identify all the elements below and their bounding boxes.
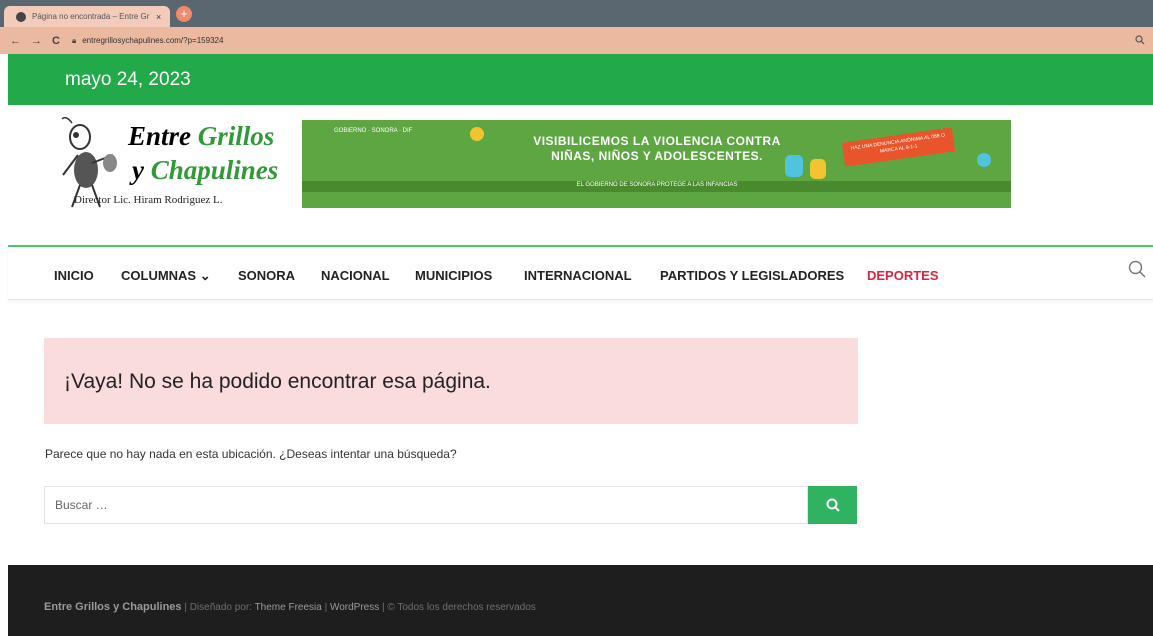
site-footer: Entre Grillos y Chapulines | Diseñado po… bbox=[8, 565, 1153, 636]
nav-item-nacional[interactable]: NACIONAL bbox=[321, 268, 390, 283]
logo-subtitle: Director Lic. Hiram Rodriguez L. bbox=[74, 194, 223, 206]
search-input[interactable] bbox=[45, 487, 807, 523]
browser-tabbar: Página no encontrada – Entre Gr × + bbox=[0, 0, 1153, 27]
footer-site-name[interactable]: Entre Grillos y Chapulines bbox=[44, 601, 182, 613]
footer-wordpress-link[interactable]: WordPress bbox=[330, 602, 379, 613]
nav-item-sonora[interactable]: SONORA bbox=[238, 268, 295, 283]
url-field[interactable]: entregrillosychapulines.com/?p=159324 bbox=[82, 36, 223, 45]
main-nav: INICIO COLUMNAS ⌄ SONORA NACIONAL MUNICI… bbox=[8, 247, 1153, 300]
logo-title-line1: Entre Grillos bbox=[128, 121, 275, 151]
banner-subtitle: EL GOBIERNO DE SONORA PROTEGE A LAS INFA… bbox=[576, 182, 738, 188]
address-bar: ← → C 🔒︎ entregrillosychapulines.com/?p=… bbox=[0, 27, 1153, 54]
new-tab-button[interactable]: + bbox=[176, 6, 192, 22]
search-button[interactable] bbox=[808, 486, 857, 524]
zoom-icon[interactable] bbox=[1135, 35, 1145, 47]
site-logo[interactable]: Entre Grillos y Chapulines Director Lic.… bbox=[58, 115, 290, 213]
banner-title: VISIBILICEMOS LA VIOLENCIA CONTRA NIÑAS,… bbox=[533, 134, 781, 163]
error-notice: ¡Vaya! No se ha podido encontrar esa pág… bbox=[44, 338, 858, 424]
info-text: Parece que no hay nada en esta ubicación… bbox=[45, 447, 457, 461]
nav-item-internacional[interactable]: INTERNACIONAL bbox=[524, 268, 632, 283]
back-button[interactable]: ← bbox=[10, 35, 21, 47]
search-icon[interactable] bbox=[1128, 260, 1146, 283]
current-date: mayo 24, 2023 bbox=[65, 69, 191, 90]
logo-title-line2: y Chapulines bbox=[132, 155, 279, 185]
search-field-wrapper bbox=[44, 486, 808, 524]
forward-button[interactable]: → bbox=[31, 35, 42, 47]
footer-theme-link[interactable]: Theme Freesia bbox=[255, 602, 322, 613]
favicon-icon bbox=[16, 11, 26, 22]
lock-icon: 🔒︎ bbox=[71, 35, 77, 45]
magnifier-icon bbox=[826, 498, 840, 512]
banner-cta: HAZ UNA DENUNCIA ANÓNIMA AL 089 O MARCA … bbox=[841, 127, 956, 167]
nav-item-deportes[interactable]: DEPORTES bbox=[867, 268, 939, 283]
nav-item-columnas[interactable]: COLUMNAS ⌄ bbox=[121, 268, 211, 284]
nav-item-municipios[interactable]: MUNICIPIOS bbox=[415, 268, 492, 283]
date-bar: mayo 24, 2023 bbox=[8, 54, 1153, 105]
error-title: ¡Vaya! No se ha podido encontrar esa pág… bbox=[64, 370, 491, 393]
footer-credits: Entre Grillos y Chapulines | Diseñado po… bbox=[44, 601, 536, 613]
browser-tab[interactable]: Página no encontrada – Entre Gr × bbox=[4, 6, 170, 27]
ad-banner[interactable]: GOBIERNO · SONORA · DIF VISIBILICEMOS LA… bbox=[302, 120, 1011, 208]
hand-right-icon bbox=[977, 153, 991, 167]
nav-item-partidos[interactable]: PARTIDOS Y LEGISLADORES bbox=[660, 268, 844, 283]
tab-close-button[interactable]: × bbox=[156, 12, 161, 22]
tab-title: Página no encontrada – Entre Gr bbox=[32, 12, 150, 21]
child-figure-icon bbox=[785, 155, 826, 179]
banner-logos: GOBIERNO · SONORA · DIF bbox=[334, 128, 413, 134]
nav-item-inicio[interactable]: INICIO bbox=[54, 268, 94, 283]
reload-button[interactable]: C bbox=[52, 35, 60, 47]
hand-icon bbox=[470, 127, 484, 141]
